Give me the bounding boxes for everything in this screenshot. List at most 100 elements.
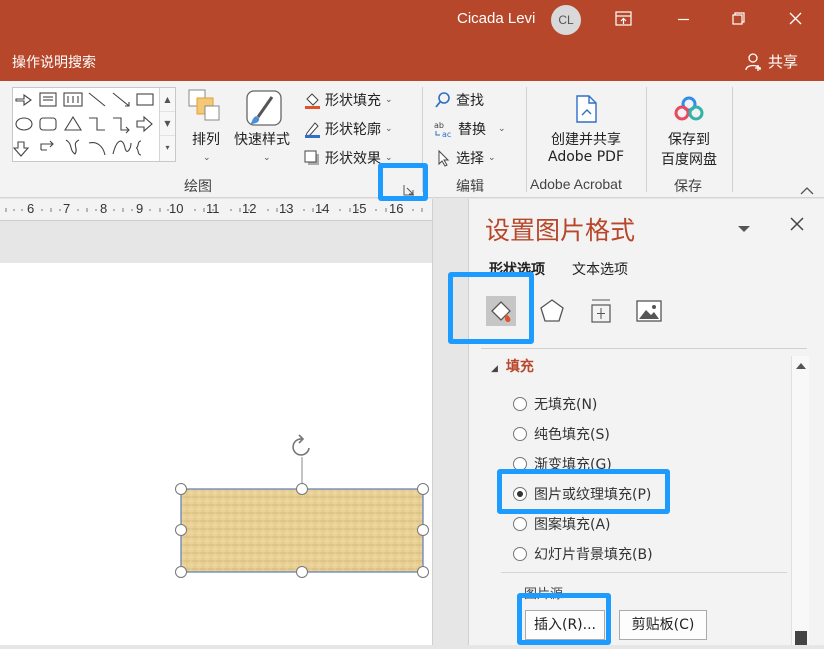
resize-handle[interactable]: [175, 483, 187, 495]
clipboard-button[interactable]: 剪贴板(C): [619, 610, 707, 640]
gallery-scroll-down-icon[interactable]: ▼: [160, 112, 175, 136]
arrange-button[interactable]: 排列 ⌄: [186, 87, 230, 171]
close-icon: [790, 217, 804, 231]
shapes-gallery[interactable]: ▲ ▼ ▾: [12, 87, 176, 162]
pane-scrollbar[interactable]: [791, 356, 809, 645]
shape-fill-button[interactable]: 形状填充 ⌄: [303, 90, 393, 110]
shape-outline-button[interactable]: 形状轮廓 ⌄: [303, 119, 393, 139]
resize-handle[interactable]: [417, 566, 429, 578]
pane-divider: [432, 199, 468, 645]
find-label: 查找: [456, 93, 484, 109]
close-window-button[interactable]: [766, 0, 824, 40]
slide-canvas[interactable]: [0, 263, 432, 645]
image-icon: [636, 300, 662, 322]
collapse-ribbon-button[interactable]: [800, 181, 814, 200]
fill-option-solid[interactable]: 纯色填充(S): [513, 424, 610, 444]
size-properties-tab[interactable]: [586, 296, 616, 326]
restore-icon: [732, 12, 745, 25]
resize-handle[interactable]: [296, 566, 308, 578]
gallery-scroll-up-icon[interactable]: ▲: [160, 88, 175, 112]
replace-button[interactable]: ab ac 替换 ⌄: [434, 119, 506, 139]
baidu-cloud-icon: [674, 96, 704, 121]
ruler-tick: 8: [100, 201, 108, 216]
paint-bucket-icon: [305, 93, 320, 109]
svg-text:ac: ac: [442, 130, 451, 138]
editing-group-label: 编辑: [456, 179, 484, 195]
resize-handle[interactable]: [175, 566, 187, 578]
ruler-tick: 11: [206, 201, 220, 216]
scrollbar-thumb[interactable]: [795, 631, 807, 645]
ribbon-display-options-button[interactable]: [594, 0, 652, 40]
resize-handle[interactable]: [296, 483, 308, 495]
group-separator: [646, 87, 647, 192]
pentagon-icon: [540, 299, 564, 322]
effects-tab[interactable]: [537, 296, 567, 326]
replace-icon: abac: [434, 121, 451, 138]
save-to-baidu-button[interactable]: 保存到 百度网盘: [650, 89, 728, 171]
quick-styles-label: 快速样式: [234, 132, 290, 148]
shape-effects-label: 形状效果: [325, 151, 381, 167]
pane-divider-line: [481, 348, 807, 349]
selected-picture-shape[interactable]: [0, 263, 432, 645]
gallery-scrollbar[interactable]: ▲ ▼ ▾: [159, 88, 175, 161]
radio-button[interactable]: [513, 547, 527, 561]
shape-fill-label: 形状填充: [325, 93, 381, 109]
pen-icon: [305, 122, 320, 138]
drawing-group-label: 绘图: [184, 179, 212, 195]
fill-option-slide-background[interactable]: 幻灯片背景填充(B): [513, 544, 653, 564]
chevron-up-icon: [800, 187, 814, 195]
replace-label: 替换: [458, 122, 486, 138]
fill-option-pattern[interactable]: 图案填充(A): [513, 514, 611, 534]
resize-handle[interactable]: [175, 524, 187, 536]
ruler-tick: 16: [389, 201, 404, 216]
effects-icon: [304, 150, 319, 165]
pane-options-button[interactable]: [737, 219, 751, 238]
radio-button[interactable]: [513, 397, 527, 411]
group-separator: [732, 87, 733, 192]
fill-option-label: 图案填充(A): [534, 517, 611, 533]
gallery-more-icon[interactable]: ▾: [160, 136, 175, 160]
tell-me-search[interactable]: 操作说明搜索: [12, 52, 96, 72]
tab-text-options[interactable]: 文本选项: [572, 259, 628, 279]
format-picture-pane: 设置图片格式 形状选项 文本选项 ◢ 填充 无填充(N) 纯色填充(S) 渐变填充…: [468, 199, 824, 645]
arrange-label: 排列: [192, 132, 220, 148]
create-share-pdf-button[interactable]: 创建并共享 Adobe PDF: [540, 89, 632, 171]
annotation-highlight: [497, 469, 670, 514]
find-button[interactable]: 查找: [434, 90, 484, 110]
radio-button[interactable]: [513, 427, 527, 441]
avatar[interactable]: CL: [551, 5, 581, 35]
quick-styles-button[interactable]: 快速样式 ⌄: [234, 87, 300, 171]
acrobat-group-label: Adobe Acrobat: [530, 176, 622, 192]
ruler-tick: 9: [136, 201, 144, 216]
chevron-down-icon: [738, 226, 750, 232]
close-icon: [789, 12, 802, 25]
fill-section-label: 填充: [505, 359, 534, 375]
fill-section-header[interactable]: ◢ 填充: [491, 356, 534, 376]
scroll-up-icon[interactable]: [792, 358, 810, 374]
picture-tab[interactable]: [634, 296, 664, 326]
fill-option-none[interactable]: 无填充(N): [513, 394, 597, 414]
create-share-line1: 创建并共享: [551, 132, 621, 148]
pane-title: 设置图片格式: [485, 216, 636, 245]
annotation-highlight: [517, 593, 611, 645]
share-button[interactable]: 共享: [744, 51, 798, 72]
restore-button[interactable]: [710, 0, 768, 40]
tell-me-bar: 操作说明搜索 共享: [0, 40, 824, 81]
close-pane-button[interactable]: [789, 216, 805, 236]
slide-editing-area[interactable]: [0, 221, 432, 645]
shape-effects-chevron-icon: ⌄: [385, 153, 393, 163]
minimize-button[interactable]: [654, 0, 712, 40]
save-to-line2: 百度网盘: [661, 152, 717, 168]
resize-handle[interactable]: [417, 483, 429, 495]
fill-option-label: 无填充(N): [534, 397, 598, 413]
ruler-tick: 15: [352, 201, 367, 216]
resize-handle[interactable]: [417, 524, 429, 536]
ruler-tick: 6: [27, 201, 35, 216]
group-separator: [526, 87, 527, 192]
quick-styles-chevron-icon: ⌄: [263, 153, 271, 163]
user-name[interactable]: Cicada Levi: [457, 10, 535, 27]
size-icon: [591, 299, 611, 323]
radio-button[interactable]: [513, 517, 527, 531]
select-button[interactable]: 选择 ⌄: [434, 148, 496, 168]
title-bar: Cicada Levi CL: [0, 0, 824, 40]
